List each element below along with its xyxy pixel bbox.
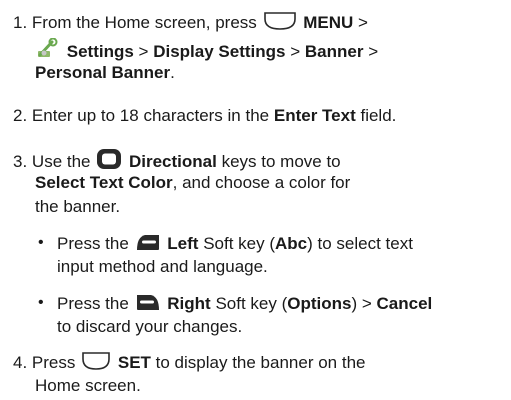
right-key-label: Right — [167, 294, 211, 313]
step-3-rest-1: , and choose a color for — [172, 173, 351, 192]
bullet-1-mid: Soft key ( — [203, 234, 275, 253]
bullet-2-line-1: Press the Right Soft key (Options) > Can… — [57, 292, 432, 314]
step-4-intro: Press — [31, 353, 76, 372]
left-soft-key-icon — [135, 232, 161, 258]
step-1-line-1: 1. From the Home screen, press MENU > — [13, 11, 368, 33]
step-4-number: 4. — [13, 353, 28, 372]
step-4-line-1: 4. Press SET to display the banner on th… — [13, 351, 365, 373]
step-2-number: 2. — [13, 106, 28, 125]
step-1-end: . — [170, 63, 175, 82]
step-2-end: field. — [360, 106, 397, 125]
step-3-number: 3. — [13, 152, 28, 171]
step-4-rest-1: to display the banner on the — [155, 353, 366, 372]
bullet-2-rest-2: to discard your changes. — [57, 317, 243, 336]
right-soft-key-icon — [135, 292, 161, 318]
step-3-intro: Use the — [31, 152, 91, 171]
center-select-key-icon — [263, 11, 297, 37]
step-3-rest-2: the banner. — [35, 197, 121, 216]
bullet-dot-1: • — [38, 234, 44, 251]
bullet-1-rest-1: ) to select text — [307, 234, 413, 253]
bullet-dot-2: • — [38, 294, 44, 311]
options-label: Options — [287, 294, 352, 313]
bullet-2-prefix: Press the — [57, 294, 129, 313]
left-key-label: Left — [167, 234, 199, 253]
path-sep-2: > — [290, 42, 301, 61]
step-3-line-1: 3. Use the Directional keys to move to — [13, 148, 341, 171]
step-2-intro: Enter up to 18 characters in the — [31, 106, 270, 125]
step-3-line-2: Select Text Color, and choose a color fo… — [35, 172, 350, 194]
step-1-number: 1. — [13, 13, 28, 32]
step-4-line-2: Home screen. — [35, 375, 141, 397]
step-2-line-1: 2. Enter up to 18 characters in the Ente… — [13, 105, 396, 127]
bullet-1-line-2: input method and language. — [57, 256, 268, 278]
path-banner: Banner — [304, 42, 364, 61]
path-display-settings: Display Settings — [153, 42, 286, 61]
bullet-1-rest-2: input method and language. — [57, 257, 268, 276]
path-sep-3: > — [368, 42, 379, 61]
directional-keys-label: Directional — [128, 152, 217, 171]
set-key-label: SET — [117, 353, 151, 372]
enter-text-field-label: Enter Text — [273, 106, 356, 125]
menu-key-label: MENU — [303, 13, 354, 32]
path-personal-banner: Personal Banner — [35, 63, 171, 82]
step-1-intro: From the Home screen, press — [31, 13, 257, 32]
abc-label: Abc — [275, 234, 308, 253]
bullet-1-prefix: Press the — [57, 234, 129, 253]
select-text-color-label: Select Text Color — [35, 173, 173, 192]
bullet-2-gt: ) > — [351, 294, 372, 313]
step-1-gt: > — [358, 13, 368, 32]
instruction-document: 1. From the Home screen, press MENU > Se… — [0, 0, 511, 400]
path-sep-1: > — [138, 42, 149, 61]
center-select-key-icon — [81, 351, 111, 377]
step-1-line-2: Settings > Display Settings > Banner > — [35, 37, 379, 61]
step-3-mid: keys to move to — [221, 152, 341, 171]
step-4-rest-2: Home screen. — [35, 376, 141, 395]
bullet-2-line-2: to discard your changes. — [57, 316, 242, 338]
bullet-1-line-1: Press the Left Soft key (Abc) to select … — [57, 232, 413, 254]
bullet-2-mid: Soft key ( — [215, 294, 288, 313]
path-settings: Settings — [66, 42, 134, 61]
step-1-line-3: Personal Banner. — [35, 62, 175, 84]
step-3-line-3: the banner. — [35, 196, 120, 218]
cancel-label: Cancel — [376, 294, 433, 313]
